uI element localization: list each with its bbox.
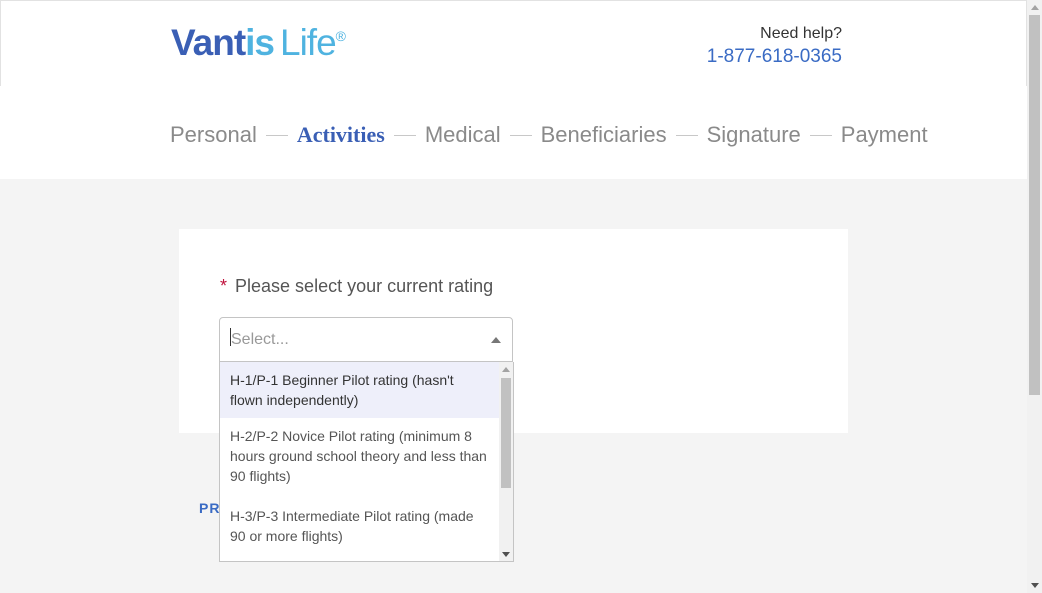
- select-placeholder: Select...: [231, 331, 289, 348]
- page-scroll-down-icon[interactable]: [1031, 583, 1039, 588]
- step-separator: [393, 134, 416, 136]
- step-separator: [265, 134, 288, 136]
- option-h3-p3[interactable]: H-3/P-3 Intermediate Pilot rating (made …: [220, 506, 499, 561]
- menu-scroll-thumb[interactable]: [501, 378, 511, 488]
- scroll-down-arrow-icon[interactable]: [502, 552, 510, 557]
- help-contact: Need help? 1-877-618-0365: [707, 25, 842, 68]
- question-text: Please select your current rating: [235, 276, 494, 296]
- vantis-life-logo[interactable]: Vantis Life®: [171, 22, 346, 64]
- header-border: [0, 0, 1027, 86]
- page-scrollbar[interactable]: [1027, 0, 1042, 593]
- option-h1-p1[interactable]: H-1/P-1 Beginner Pilot rating (hasn't fl…: [220, 362, 499, 418]
- site-header: Vantis Life® Need help? 1-877-618-0365 Pe…: [0, 0, 1027, 179]
- help-phone-link[interactable]: 1-877-618-0365: [707, 46, 842, 68]
- step-separator: [509, 134, 532, 136]
- chevron-up-icon[interactable]: [491, 337, 501, 343]
- previous-link[interactable]: PR: [199, 500, 220, 516]
- step-separator: [675, 134, 698, 136]
- step-signature[interactable]: Signature: [707, 122, 801, 148]
- rating-question: * Please select your current rating: [220, 276, 493, 297]
- step-payment[interactable]: Payment: [841, 122, 928, 148]
- progress-steps: Personal Activities Medical Beneficiarie…: [170, 122, 928, 148]
- step-medical[interactable]: Medical: [425, 122, 501, 148]
- scroll-up-arrow-icon[interactable]: [502, 367, 510, 372]
- page-scroll-thumb[interactable]: [1029, 15, 1040, 395]
- option-h2-p2[interactable]: H-2/P-2 Novice Pilot rating (minimum 8 h…: [220, 418, 499, 506]
- help-label: Need help?: [760, 25, 842, 42]
- page-scroll-up-icon[interactable]: [1031, 5, 1039, 10]
- step-activities[interactable]: Activities: [297, 122, 385, 148]
- required-asterisk: *: [220, 276, 228, 296]
- rating-options-menu: H-1/P-1 Beginner Pilot rating (hasn't fl…: [219, 362, 514, 562]
- menu-scrollbar[interactable]: [499, 362, 513, 561]
- step-beneficiaries[interactable]: Beneficiaries: [541, 122, 667, 148]
- rating-select[interactable]: Select...: [219, 317, 513, 362]
- step-separator: [809, 134, 832, 136]
- step-personal[interactable]: Personal: [170, 122, 257, 148]
